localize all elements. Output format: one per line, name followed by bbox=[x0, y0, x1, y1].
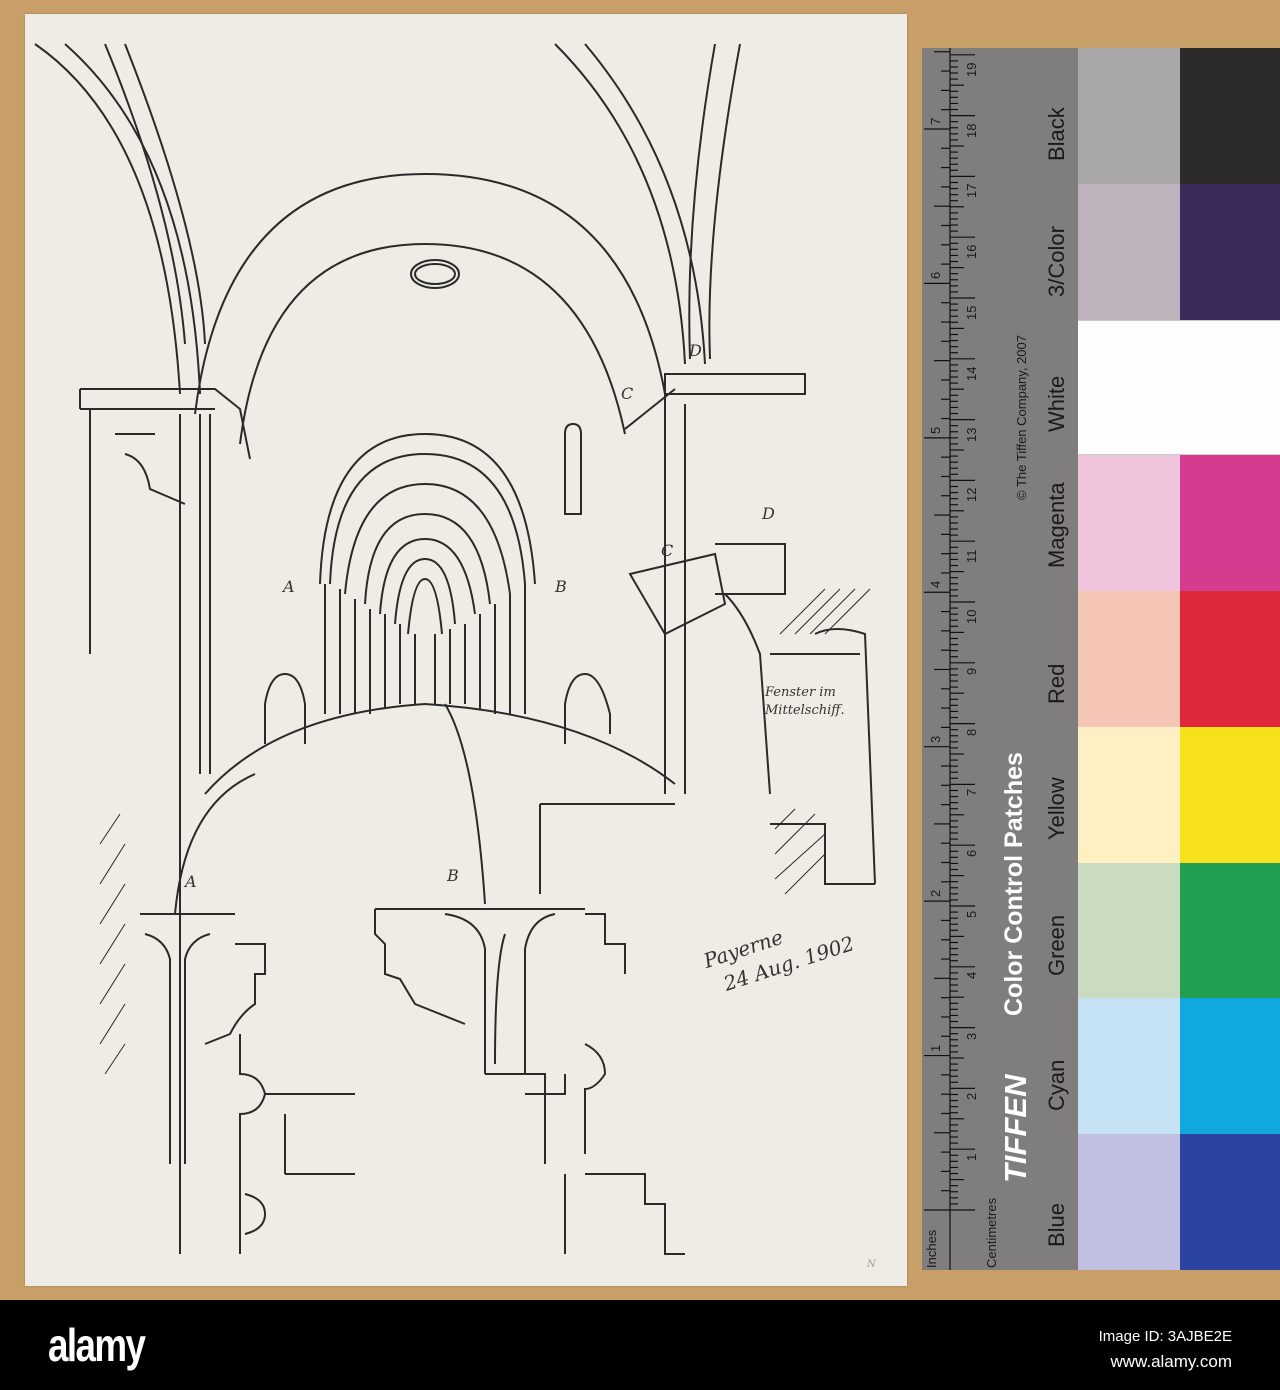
cm-number: 11 bbox=[964, 549, 979, 564]
patch-label: Green bbox=[1044, 914, 1069, 976]
cm-number: 2 bbox=[964, 1093, 979, 1101]
patch-yellow-light bbox=[1078, 726, 1180, 863]
color-control-chart: 12345678 12345678910111213141516171819 I… bbox=[922, 48, 1280, 1270]
patch-label: 3/Color bbox=[1044, 225, 1069, 297]
patch-3-color-dark bbox=[1180, 183, 1280, 320]
inch-number: 2 bbox=[928, 889, 943, 898]
architectural-sketch bbox=[34, 43, 876, 1255]
label-b-detail: B bbox=[447, 866, 459, 885]
cm-number: 18 bbox=[964, 123, 979, 138]
inch-number: 6 bbox=[928, 272, 943, 280]
chart-title: Color Control Patches bbox=[1000, 752, 1028, 1016]
patch-blue-dark bbox=[1180, 1134, 1280, 1270]
cm-number: 3 bbox=[964, 1032, 979, 1040]
watermark-footer: alamy Image ID: 3AJBE2E www.alamy.com bbox=[0, 1300, 1280, 1390]
patch-label: Yellow bbox=[1044, 776, 1069, 840]
patch-blue-light bbox=[1078, 1134, 1180, 1270]
patch-label: Cyan bbox=[1044, 1059, 1069, 1112]
cm-number: 10 bbox=[964, 609, 979, 624]
patch-yellow-dark bbox=[1180, 726, 1280, 863]
patch-red-light bbox=[1078, 591, 1180, 727]
patch-magenta-light bbox=[1078, 455, 1180, 592]
window-note: Fenster im Mittelschiff. bbox=[765, 684, 845, 720]
copyright: © The Tiffen Company, 2007 bbox=[1014, 335, 1029, 500]
inch-number: 7 bbox=[928, 117, 943, 125]
cm-number: 1 bbox=[964, 1153, 979, 1162]
patch-label: Blue bbox=[1044, 1203, 1069, 1248]
patch-3-color-light bbox=[1078, 183, 1180, 320]
cm-number: 14 bbox=[964, 366, 979, 381]
label-b: B bbox=[555, 577, 567, 596]
patch-green-light bbox=[1078, 862, 1180, 999]
label-d-detail: D bbox=[762, 504, 775, 523]
ruler-strip: 12345678 12345678910111213141516171819 I… bbox=[922, 48, 1078, 1270]
inches-label: Inches bbox=[924, 1229, 939, 1268]
cm-number: 7 bbox=[964, 789, 979, 797]
cm-number: 5 bbox=[964, 910, 979, 918]
label-c: C bbox=[621, 384, 634, 403]
image-id: Image ID: 3AJBE2E bbox=[1098, 1328, 1232, 1345]
patch-label: Magenta bbox=[1044, 482, 1069, 569]
patch-white-dark bbox=[1180, 319, 1280, 456]
label-n: N bbox=[867, 1259, 876, 1270]
cm-number: 15 bbox=[964, 305, 979, 320]
label-a-detail: A bbox=[185, 872, 197, 891]
patch-green-dark bbox=[1180, 862, 1280, 999]
cm-number: 17 bbox=[964, 183, 979, 199]
inch-number: 5 bbox=[928, 426, 943, 434]
note-line: Mittelschiff. bbox=[765, 703, 845, 718]
note-line: Fenster im bbox=[765, 685, 836, 700]
patch-black-dark bbox=[1180, 48, 1280, 184]
site-url: www.alamy.com bbox=[1110, 1352, 1232, 1371]
label-d: D bbox=[689, 341, 702, 360]
cm-number: 8 bbox=[964, 728, 979, 736]
tiffen-logo: TIFFEN bbox=[998, 1074, 1033, 1184]
patch-cyan-dark bbox=[1180, 998, 1280, 1135]
cm-number: 12 bbox=[964, 487, 979, 503]
cm-number: 16 bbox=[964, 244, 979, 260]
centimetres-label: Centimetres bbox=[984, 1197, 999, 1268]
patch-black-light bbox=[1078, 48, 1180, 184]
inch-number: 3 bbox=[928, 735, 943, 743]
cm-number: 13 bbox=[964, 427, 979, 442]
patch-label: White bbox=[1044, 376, 1069, 433]
alamy-logo: alamy bbox=[48, 1319, 146, 1371]
label-c-detail: C bbox=[661, 541, 674, 560]
label-a: A bbox=[283, 577, 295, 596]
cm-number: 19 bbox=[964, 62, 979, 77]
cm-number: 9 bbox=[964, 667, 979, 675]
patch-magenta-dark bbox=[1180, 455, 1280, 592]
patch-cyan-light bbox=[1078, 998, 1180, 1135]
inch-number: 4 bbox=[928, 581, 943, 589]
patch-white-light bbox=[1078, 319, 1180, 456]
patch-label: Red bbox=[1044, 663, 1069, 704]
patch-label: Black bbox=[1044, 107, 1069, 161]
inch-number: 1 bbox=[928, 1044, 943, 1052]
drawing-sheet: A B C D C D A B N Fenster im Mittelschif… bbox=[25, 14, 907, 1286]
patch-red-dark bbox=[1180, 591, 1280, 727]
cm-number: 4 bbox=[964, 971, 979, 979]
cm-number: 6 bbox=[964, 849, 979, 858]
